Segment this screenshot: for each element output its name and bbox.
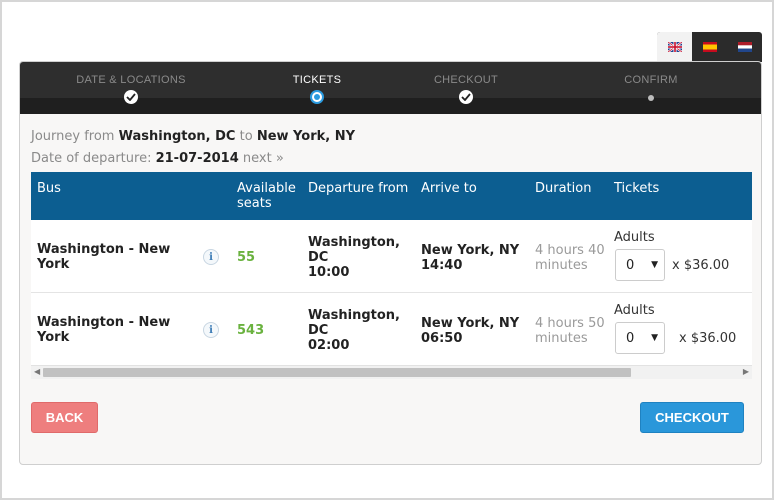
journey-to-word: to (239, 129, 253, 144)
ticket-type-label: Adults (614, 303, 655, 318)
available-seats: 55 (237, 250, 256, 265)
language-switcher (657, 32, 762, 62)
select-value: 0 (626, 258, 635, 273)
journey-summary: Journey from Washington, DC to New York,… (31, 129, 355, 144)
current-step-icon (310, 90, 324, 104)
bus-name: Washington - New York (37, 315, 171, 345)
info-icon[interactable]: i (203, 249, 219, 265)
info-icon[interactable]: i (203, 322, 219, 338)
available-seats: 543 (237, 323, 265, 338)
netherlands-flag-icon (737, 42, 752, 52)
header-seats: Available seats (237, 181, 296, 211)
table-row: Washington - New York i 543 Washington, … (31, 293, 752, 366)
horizontal-scrollbar[interactable]: ◀ ▶ (31, 365, 752, 379)
ticket-type-label: Adults (614, 230, 655, 245)
scroll-right-icon[interactable]: ▶ (743, 367, 749, 376)
checkout-button[interactable]: CHECKOUT (640, 402, 744, 433)
pending-step-dot-icon (648, 95, 654, 101)
scrollbar-thumb[interactable] (43, 368, 631, 377)
header-arrive: Arrive to (421, 181, 477, 196)
page-frame: DATE & LOCATIONS TICKETS CHECKOUT CONFIR… (0, 0, 774, 500)
adults-quantity-select[interactable]: 0 ▼ (615, 249, 665, 281)
departure-time: 02:00 (308, 338, 350, 353)
step-label: DATE & LOCATIONS (76, 74, 186, 86)
step-tickets[interactable]: TICKETS (242, 62, 392, 104)
departure-date: Date of departure: 21-07-2014 next » (31, 151, 284, 166)
booking-panel: DATE & LOCATIONS TICKETS CHECKOUT CONFIR… (19, 61, 762, 465)
date-label: Date of departure: (31, 151, 152, 166)
next-date-link[interactable]: next » (243, 151, 284, 166)
chevron-down-icon: ▼ (651, 260, 658, 270)
step-label: CHECKOUT (433, 74, 499, 86)
header-bus: Bus (37, 181, 61, 196)
departure-city: Washington, DC (308, 235, 400, 265)
select-value: 0 (626, 331, 635, 346)
spain-flag-icon (702, 42, 717, 52)
departure-city: Washington, DC (308, 308, 400, 338)
arrive-time: 14:40 (421, 258, 463, 273)
journey-from: Washington, DC (118, 129, 236, 144)
journey-prefix: Journey from (31, 129, 115, 144)
step-date-locations[interactable]: DATE & LOCATIONS (56, 62, 206, 104)
arrive-time: 06:50 (421, 331, 463, 346)
progress-steps: DATE & LOCATIONS TICKETS CHECKOUT CONFIR… (20, 62, 761, 114)
check-icon (459, 90, 473, 104)
departure-time: 10:00 (308, 265, 350, 280)
date-value: 21-07-2014 (155, 151, 239, 166)
header-departure: Departure from (308, 181, 409, 196)
ticket-price: x $36.00 (672, 258, 730, 273)
language-dutch[interactable] (727, 32, 762, 62)
chevron-down-icon: ▼ (651, 333, 658, 343)
language-english[interactable] (657, 32, 692, 62)
scroll-left-icon[interactable]: ◀ (34, 367, 40, 376)
table-row: Washington - New York i 55 Washington, D… (31, 220, 752, 293)
back-button[interactable]: BACK (31, 402, 98, 433)
language-spanish[interactable] (692, 32, 727, 62)
header-duration: Duration (535, 181, 592, 196)
arrive-city: New York, NY (421, 316, 520, 331)
step-checkout[interactable]: CHECKOUT (391, 62, 541, 104)
duration: 4 hours 50 minutes (535, 316, 605, 346)
check-icon (124, 90, 138, 104)
duration: 4 hours 40 minutes (535, 243, 605, 273)
arrive-city: New York, NY (421, 243, 520, 258)
adults-quantity-select[interactable]: 0 ▼ (615, 322, 665, 354)
step-label: TICKETS (292, 74, 342, 86)
bus-table: Bus Available seats Departure from Arriv… (31, 172, 752, 379)
table-header: Bus Available seats Departure from Arriv… (31, 172, 752, 220)
bus-name: Washington - New York (37, 242, 171, 272)
step-label: CONFIRM (624, 74, 678, 86)
header-tickets: Tickets (614, 181, 660, 196)
uk-flag-icon (667, 42, 682, 52)
journey-to: New York, NY (256, 129, 356, 144)
ticket-price: x $36.00 (679, 331, 737, 346)
step-confirm[interactable]: CONFIRM (576, 62, 726, 101)
